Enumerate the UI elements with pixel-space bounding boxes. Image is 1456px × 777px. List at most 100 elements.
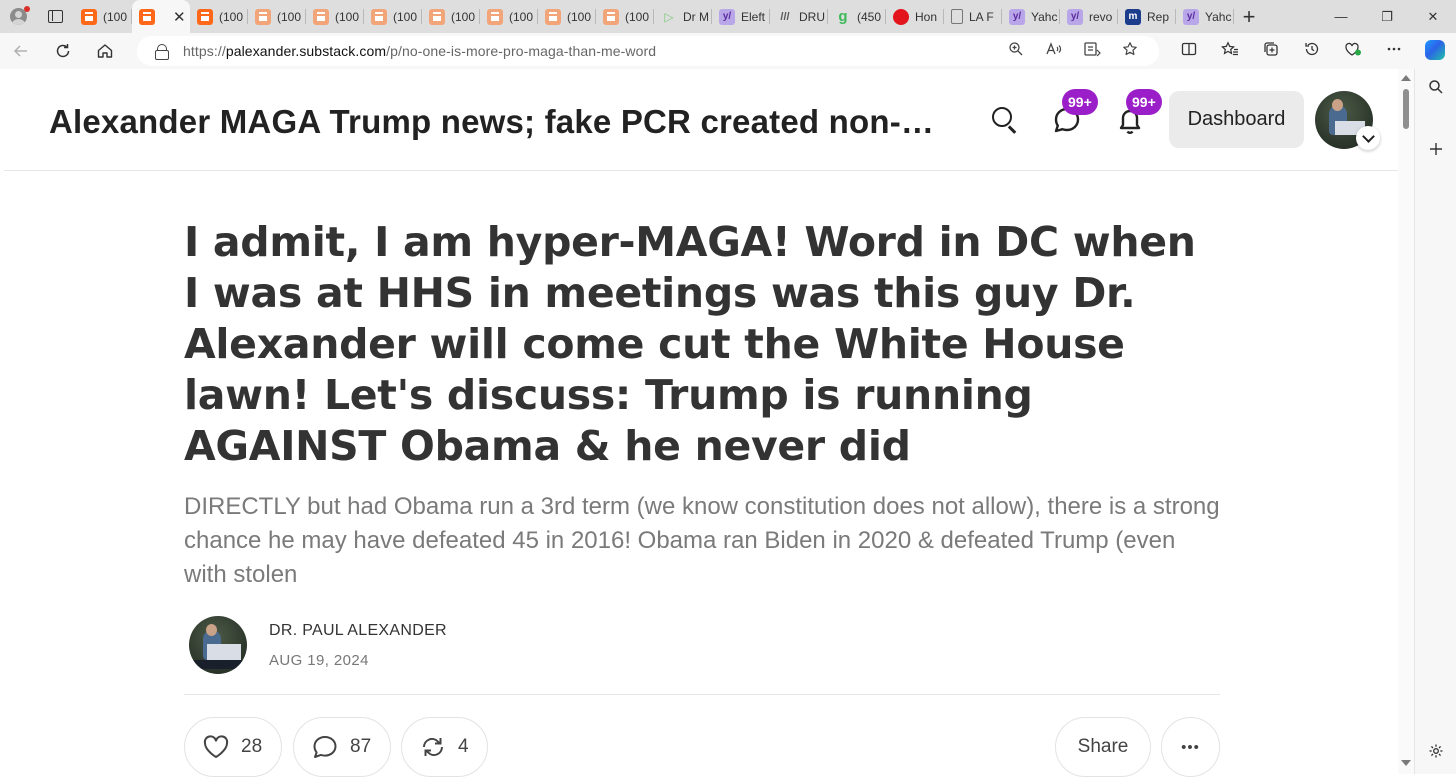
like-button[interactable]: 28 [184,717,282,777]
scroll-down-arrow-icon[interactable] [1401,760,1411,766]
notifications-count-badge: 99+ [1126,89,1162,115]
minimize-button[interactable]: — [1318,0,1364,33]
tab-label: (100 [335,9,360,24]
sidebar-add-button[interactable] [1415,141,1456,162]
tab[interactable]: (100 [480,0,538,33]
refresh-button[interactable] [42,33,84,69]
substack-page: Alexander MAGA Trump news; fake PCR crea… [4,69,1398,777]
tab[interactable]: (100 [190,0,248,33]
chat-count-badge: 99+ [1062,89,1098,115]
copilot-icon[interactable] [1425,40,1445,60]
tab[interactable]: y/Eleft [712,0,770,33]
lock-icon[interactable] [155,44,169,60]
url-text[interactable]: https://palexander.substack.com/p/no-one… [183,43,656,59]
favorites-icon[interactable] [1209,40,1250,62]
browser-essentials-icon[interactable] [1332,41,1373,62]
comment-count: 87 [350,736,372,757]
substack-icon [197,8,213,25]
author-name[interactable]: DR. PAUL ALEXANDER [269,622,447,640]
rep-icon: m [1125,8,1141,25]
tab-strip: (100 ✕ (100 (100 (100 (100 (100 (100 (100 (100 ▷ Dr… [0,0,1456,33]
immersive-reader-icon[interactable] [1073,41,1111,61]
chevron-down-icon[interactable] [1356,126,1380,150]
substack-icon [81,8,97,25]
dashboard-button[interactable]: Dashboard [1169,91,1304,148]
tab-label: (100 [567,9,592,24]
settings-more-icon[interactable] [1373,41,1414,62]
restore-button[interactable]: ❐ [1364,0,1410,33]
favorite-star-icon[interactable] [1111,41,1149,61]
sidebar-search-button[interactable] [1415,79,1456,100]
tab[interactable]: Hon [886,0,944,33]
post-header: I admit, I am hyper-MAGA! Word in DC whe… [184,217,1220,686]
plus-icon [1430,143,1442,155]
new-tab-button[interactable]: + [1234,0,1264,33]
yahoo-icon: y/ [1183,8,1199,25]
yahoo-icon: y/ [1067,8,1083,25]
tab[interactable]: (100 [596,0,654,33]
tab[interactable]: (100 [306,0,364,33]
tab[interactable]: (100 [538,0,596,33]
tab[interactable]: y/revo [1060,0,1118,33]
tab[interactable]: y/Yahc [1002,0,1060,33]
read-aloud-icon[interactable] [1035,41,1073,61]
tab-label: LA F [969,9,994,24]
tab-label: DRU [799,9,825,24]
scroll-up-arrow-icon[interactable] [1401,75,1411,81]
substack-icon [603,8,619,25]
close-window-button[interactable]: ✕ [1410,0,1456,33]
post-actions: 28 87 4 Share ••• [184,717,1220,777]
tab-label: Yahc [1205,9,1232,24]
gear-icon [1429,744,1443,758]
tab-label: (100 [451,9,476,24]
search-button[interactable] [988,103,1022,137]
tab-label: (100 [625,9,650,24]
tab[interactable]: (100 [74,0,132,33]
author-avatar[interactable] [189,616,247,674]
ellipsis-icon: ••• [1181,738,1200,756]
post-subtitle: DIRECTLY but had Obama run a 3rd term (w… [184,493,1220,588]
tab[interactable]: m Rep [1118,0,1176,33]
sidebar-settings-button[interactable] [1415,743,1456,764]
tab-active[interactable]: ✕ [132,0,190,33]
tab[interactable]: LA F [944,0,1002,33]
zoom-icon[interactable] [997,41,1035,61]
tab[interactable]: (100 [364,0,422,33]
tab[interactable]: (100 [248,0,306,33]
restack-button[interactable]: 4 [401,717,488,777]
red-circle-icon [893,8,909,25]
document-icon [951,9,963,24]
plus-icon: + [1242,3,1256,29]
tab[interactable]: y/Yahc [1176,0,1234,33]
profile-button[interactable] [0,0,36,33]
share-button[interactable]: Share [1055,717,1151,777]
scrollbar-thumb[interactable] [1403,89,1409,129]
avatar-caption-bar [189,660,247,669]
split-screen-icon[interactable] [1168,41,1209,62]
tab-list: (100 ✕ (100 (100 (100 (100 (100 (100 (100 (100 ▷ Dr… [74,0,1234,33]
close-icon[interactable]: ✕ [173,8,186,26]
home-button[interactable] [84,33,126,69]
yahoo-icon: y/ [719,8,735,25]
collections-icon[interactable] [1250,41,1291,62]
publication-title[interactable]: Alexander MAGA Trump news; fake PCR crea… [49,103,949,141]
tab[interactable]: (100 [422,0,480,33]
tab[interactable]: g (450 [828,0,886,33]
tab[interactable]: ▷ Dr M [654,0,712,33]
address-bar[interactable]: https://palexander.substack.com/p/no-one… [137,36,1159,66]
substack-icon [371,8,387,25]
post-date: AUG 19, 2024 [269,652,369,669]
tab-label: (450 [857,9,882,24]
tab-label: Eleft [741,9,766,24]
post-title: I admit, I am hyper-MAGA! Word in DC whe… [184,218,1196,470]
restack-count: 4 [458,736,469,757]
tab[interactable]: /// DRU [770,0,828,33]
comment-button[interactable]: 87 [293,717,391,777]
tab-label: Rep [1147,9,1170,24]
page-scrollbar[interactable] [1398,69,1414,774]
tab-actions-button[interactable] [36,0,74,33]
refresh-icon [56,44,70,58]
more-options-button[interactable]: ••• [1161,717,1220,777]
history-icon[interactable] [1291,41,1332,62]
back-button[interactable] [0,33,42,69]
